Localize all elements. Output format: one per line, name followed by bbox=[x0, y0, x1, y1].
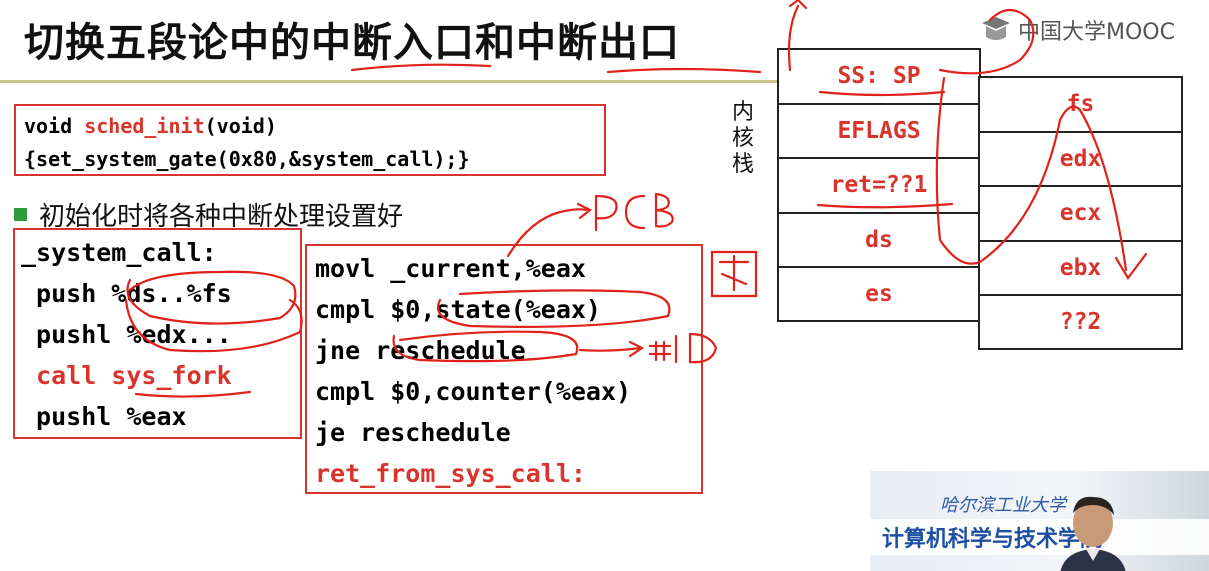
stack-cell: edx bbox=[980, 133, 1181, 187]
lecturer-avatar-icon bbox=[1060, 496, 1126, 571]
hw-pcb-P bbox=[594, 194, 618, 232]
reschedule-code-box: movl _current,%eax cmpl $0,state(%eax) j… bbox=[305, 244, 703, 494]
code-line: jne reschedule bbox=[315, 336, 526, 365]
stack-cell: SS: SP bbox=[779, 50, 979, 105]
stack-cell: ds bbox=[779, 214, 979, 268]
sched-init-line-1: void sched_init(void) bbox=[24, 110, 596, 143]
hw-pcb-B bbox=[654, 192, 674, 228]
bullet-square-icon bbox=[14, 208, 27, 221]
system-call-code-box: _system_call: push %ds..%fs pushl %edx..… bbox=[13, 228, 302, 439]
code-line: _system_call: bbox=[21, 238, 217, 267]
mooc-logo-icon bbox=[982, 17, 1010, 40]
kernel-stack-left: SS: SP EFLAGS ret=??1 ds es bbox=[777, 48, 981, 322]
sched-init-code-box: void sched_init(void) {set_system_gate(0… bbox=[14, 104, 606, 176]
stack-cell: fs bbox=[980, 78, 1181, 133]
code-line: pushl %edx... bbox=[21, 320, 232, 349]
video-school-text: 哈尔滨工业大学 bbox=[940, 495, 1066, 516]
kernel-stack-right: fs edx ecx ebx ??2 bbox=[978, 76, 1183, 350]
kernel-stack-label: 内核栈 bbox=[731, 100, 754, 177]
code-line: ret_from_sys_call: bbox=[315, 459, 586, 488]
hw-tu bbox=[710, 250, 758, 298]
code-line: call sys_fork bbox=[21, 361, 232, 390]
stack-cell: ret=??1 bbox=[779, 159, 979, 214]
code-line: cmpl $0,counter(%eax) bbox=[315, 377, 632, 406]
stack-cell: ebx bbox=[980, 242, 1181, 296]
stack-cell: ecx bbox=[980, 187, 1181, 242]
code-line: movl _current,%eax bbox=[315, 254, 586, 283]
code-line: pushl %eax bbox=[21, 402, 187, 431]
lecturer-video[interactable]: 哈尔滨工业大学 计算机科学与技术学院 bbox=[870, 471, 1209, 571]
mooc-logo: 中国大学MOOC bbox=[980, 14, 1175, 46]
code-line: je reschedule bbox=[315, 418, 511, 447]
underline-zhongduan-chukou bbox=[606, 67, 762, 74]
code-line: cmpl $0,state(%eax) bbox=[315, 295, 601, 324]
stack-cell: ??2 bbox=[1059, 309, 1102, 335]
code-void: void bbox=[24, 114, 85, 138]
hw-pcb-C bbox=[624, 194, 646, 230]
slide-title: 切换五段论中的中断入口和中断出口 bbox=[24, 20, 680, 66]
code-void-param: (void) bbox=[204, 114, 277, 138]
arrow-up-head bbox=[788, 0, 808, 10]
title-rule bbox=[0, 80, 800, 83]
stack-cell: es bbox=[865, 281, 893, 307]
code-sched-init: sched_init bbox=[84, 114, 205, 138]
stack-cell: EFLAGS bbox=[779, 105, 979, 159]
mooc-logo-text: 中国大学MOOC bbox=[1018, 20, 1175, 45]
arrow-to-pcb-head bbox=[576, 202, 593, 220]
sched-init-line-2: {set_system_gate(0x80,&system_call);} bbox=[24, 147, 470, 171]
code-line: push %ds..%fs bbox=[21, 279, 232, 308]
